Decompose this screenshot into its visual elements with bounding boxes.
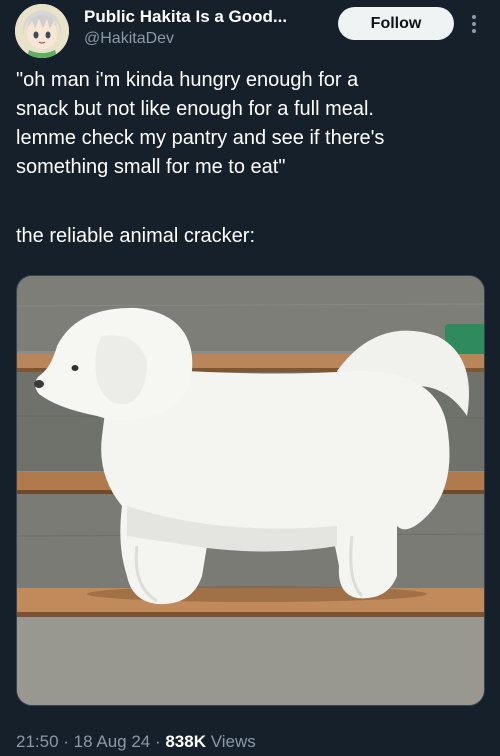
tweet-date[interactable]: 18 Aug 24	[74, 732, 151, 751]
tweet-text-line: snack but not like enough for a full mea…	[16, 98, 374, 120]
tweet-header: Public Hakita Is a Good... @HakitaDev Fo…	[0, 0, 500, 60]
views-count: 838K	[165, 732, 206, 751]
tweet-text-line: "oh man i'm kinda hungry enough for a	[16, 69, 359, 91]
tweet-text-line: something small for me to eat"	[16, 156, 286, 178]
fluffy-white-dog-photo	[17, 276, 484, 705]
tweet-caption: the reliable animal cracker:	[16, 225, 255, 247]
follow-button[interactable]: Follow	[338, 7, 454, 40]
views-label: Views	[205, 732, 256, 751]
author-display-name[interactable]: Public Hakita Is a Good...	[84, 7, 324, 27]
anime-avatar-icon	[15, 4, 69, 58]
tweet-media-image[interactable]	[16, 275, 485, 706]
more-vertical-icon[interactable]	[466, 12, 482, 36]
tweet-text: "oh man i'm kinda hungry enough for a sn…	[16, 66, 486, 182]
tweet-text-line: lemme check my pantry and see if there's	[16, 127, 385, 149]
tweet-time[interactable]: 21:50	[16, 732, 59, 751]
author-handle[interactable]: @HakitaDev	[84, 30, 174, 48]
meta-separator: ·	[58, 732, 74, 751]
meta-separator: ·	[150, 732, 166, 751]
avatar[interactable]	[15, 4, 69, 58]
tweet-meta: 21:50 · 18 Aug 24 · 838K Views	[16, 732, 256, 752]
